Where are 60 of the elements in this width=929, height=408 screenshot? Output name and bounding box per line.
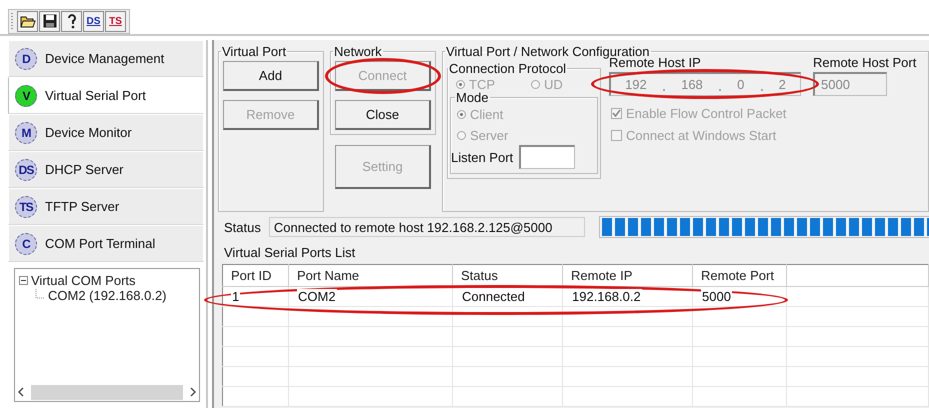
toolbar-button[interactable]: TS — [105, 10, 126, 32]
column-header[interactable]: Port ID — [222, 264, 288, 286]
column-header[interactable]: Remote IP — [562, 264, 692, 286]
option-label: Server — [470, 128, 508, 143]
option-label: TCP — [469, 76, 495, 92]
group-title: Virtual Port — [221, 44, 288, 59]
badge-icon: V — [15, 84, 37, 106]
input-field: 5000 — [813, 72, 887, 96]
column-header[interactable]: Port Name — [288, 264, 452, 286]
button: Setting — [335, 145, 431, 189]
group-title: Mode — [455, 90, 490, 105]
ip-octet: 168 — [681, 77, 703, 92]
column-header[interactable]: Status — [452, 264, 562, 286]
horizontal-scrollbar[interactable] — [15, 383, 199, 401]
sidebar-item[interactable]: TS TFTP Server — [8, 188, 204, 225]
button[interactable]: Add — [223, 61, 319, 91]
toolbar-button[interactable] — [61, 10, 82, 32]
group-title: Connection Protocol — [448, 61, 568, 76]
ip-octet: 0 — [737, 77, 744, 92]
badge-icon: DS — [15, 158, 37, 180]
field-label: Remote Host Port — [813, 55, 916, 70]
sidebar-item[interactable]: V Virtual Serial Port — [8, 77, 204, 114]
collapse-icon[interactable] — [19, 276, 28, 285]
sidebar-item[interactable]: D Device Management — [8, 40, 204, 77]
column-header[interactable]: Remote Port — [692, 264, 786, 286]
button[interactable]: Close — [335, 100, 431, 130]
sidebar-item[interactable]: DS DHCP Server — [8, 151, 204, 188]
table-cell: 1 — [222, 286, 288, 306]
group-title: Network — [333, 44, 383, 59]
list-title: Virtual Serial Ports List — [223, 244, 356, 262]
toolbar-button[interactable] — [39, 10, 60, 32]
option-label: Client — [470, 107, 504, 122]
open-folder-icon — [20, 14, 36, 28]
sidebar-item[interactable]: M Device Monitor — [8, 114, 204, 151]
badge-icon: M — [15, 122, 37, 144]
table-cell: COM2 — [288, 286, 452, 306]
table-cell: 5000 — [692, 286, 786, 306]
button: Connect — [335, 61, 431, 91]
status-label: Status — [224, 220, 261, 234]
table-cell: Connected — [452, 286, 562, 306]
button: Remove — [223, 100, 319, 130]
badge-icon: TS — [15, 196, 37, 218]
option-label: Enable Flow Control Packet — [626, 106, 786, 121]
input-field[interactable] — [519, 145, 576, 169]
tree-item[interactable]: Virtual COM Ports — [31, 273, 136, 288]
field-label: Listen Port — [451, 150, 514, 164]
tree-item[interactable]: COM2 (192.168.0.2) — [48, 288, 167, 303]
option-label: Connect at Windows Start — [626, 128, 776, 143]
table-cell: 192.168.0.2 — [562, 286, 692, 306]
save-icon — [42, 14, 56, 28]
ip-octet: 192 — [625, 77, 647, 92]
status-field: Connected to remote host 192.168.2.125@5000 — [268, 217, 585, 237]
badge-icon: C — [15, 232, 37, 254]
ip-octet: 2 — [778, 77, 786, 92]
toolbar-button[interactable]: DS — [83, 10, 104, 32]
badge-icon: D — [15, 48, 37, 70]
sidebar-item[interactable]: C COM Port Terminal — [8, 225, 204, 262]
option-label: UD — [544, 76, 563, 92]
help-icon — [66, 13, 76, 29]
toolbar-button[interactable] — [17, 10, 38, 32]
